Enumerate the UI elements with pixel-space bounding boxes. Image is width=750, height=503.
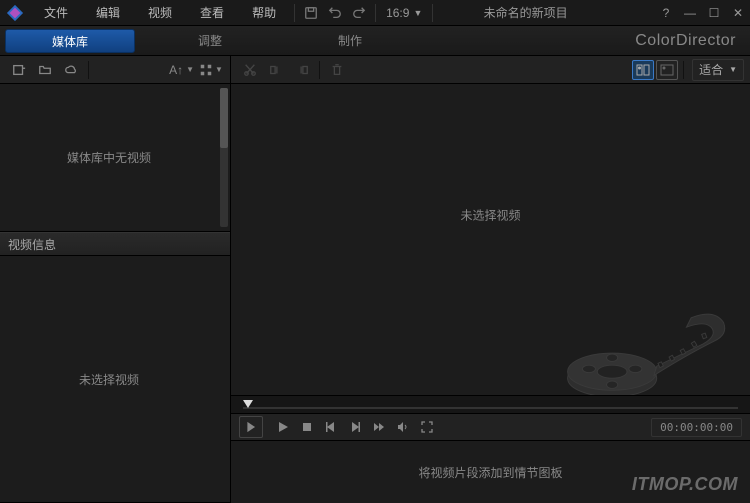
menu-help[interactable]: 帮助 — [238, 0, 290, 26]
media-library-panel: 媒体库中无视频 — [0, 84, 230, 232]
redo-icon[interactable] — [347, 0, 371, 26]
cloud-icon[interactable] — [59, 59, 83, 81]
timeline[interactable] — [231, 395, 750, 413]
chevron-down-icon: ▼ — [729, 65, 737, 74]
tab-produce[interactable]: 制作 — [285, 29, 415, 53]
zoom-value: 适合 — [699, 61, 723, 78]
preview-empty-message: 未选择视频 — [460, 206, 520, 223]
separator — [88, 61, 89, 79]
minimize-button[interactable]: — — [678, 0, 702, 26]
import-file-icon[interactable] — [7, 59, 31, 81]
main-menu: 文件 编辑 视频 查看 帮助 — [30, 0, 290, 26]
menu-video[interactable]: 视频 — [134, 0, 186, 26]
mode-tabs: 媒体库 调整 制作 ColorDirector — [0, 26, 750, 56]
sort-dropdown[interactable]: A↑▼ — [165, 63, 198, 77]
compare-view-icon[interactable] — [632, 60, 654, 80]
video-info-header: 视频信息 — [0, 232, 230, 256]
preview-toolbar: 适合 ▼ — [231, 56, 750, 83]
info-empty-message: 未选择视频 — [0, 256, 230, 502]
storyboard-hint: 将视频片段添加到情节图板 — [418, 464, 562, 481]
cut-icon[interactable] — [238, 59, 262, 81]
toolbar: A↑▼ ▼ 适合▼ — [0, 56, 750, 84]
aspect-ratio-dropdown[interactable]: 16:9 ▼ — [380, 6, 428, 20]
left-column: 媒体库中无视频 视频信息 未选择视频 — [0, 84, 231, 503]
separator — [294, 4, 295, 22]
timeline-playhead[interactable] — [243, 400, 253, 408]
timecode-display: 00:00:00:00 — [651, 418, 742, 437]
scrollbar[interactable] — [220, 88, 228, 227]
menu-view[interactable]: 查看 — [186, 0, 238, 26]
stop-icon[interactable] — [295, 416, 319, 438]
undo-icon[interactable] — [323, 0, 347, 26]
volume-icon[interactable] — [391, 416, 415, 438]
app-logo — [0, 0, 30, 26]
tab-media[interactable]: 媒体库 — [5, 29, 135, 53]
scrollbar-thumb[interactable] — [220, 88, 228, 148]
fullscreen-icon[interactable] — [415, 416, 439, 438]
project-title: 未命名的新项目 — [437, 4, 654, 21]
separator — [432, 4, 433, 22]
aspect-ratio-value: 16:9 — [386, 6, 409, 20]
play-icon[interactable] — [271, 416, 295, 438]
video-info-panel: 未选择视频 — [0, 256, 230, 503]
single-view-icon[interactable] — [656, 60, 678, 80]
media-empty-message: 媒体库中无视频 — [0, 84, 230, 231]
titlebar: 文件 编辑 视频 查看 帮助 16:9 ▼ 未命名的新项目 ? — ☐ ✕ — [0, 0, 750, 26]
timeline-track — [243, 407, 738, 409]
save-icon[interactable] — [299, 0, 323, 26]
help-button[interactable]: ? — [654, 0, 678, 26]
split-right-icon[interactable] — [290, 59, 314, 81]
separator — [683, 61, 684, 79]
chevron-down-icon: ▼ — [413, 8, 422, 18]
window-controls: ? — ☐ ✕ — [654, 0, 750, 26]
loop-icon[interactable] — [239, 416, 263, 438]
zoom-dropdown[interactable]: 适合 ▼ — [692, 59, 744, 81]
split-left-icon[interactable] — [264, 59, 288, 81]
prev-frame-icon[interactable] — [319, 416, 343, 438]
menu-file[interactable]: 文件 — [30, 0, 82, 26]
next-frame-icon[interactable] — [343, 416, 367, 438]
trash-icon[interactable] — [325, 59, 349, 81]
import-folder-icon[interactable] — [33, 59, 57, 81]
menu-edit[interactable]: 编辑 — [82, 0, 134, 26]
storyboard-panel[interactable]: 将视频片段添加到情节图板 — [231, 441, 750, 503]
close-button[interactable]: ✕ — [726, 0, 750, 26]
preview-area: 未选择视频 — [231, 84, 750, 395]
tab-adjust[interactable]: 调整 — [145, 29, 275, 53]
sort-label: A↑ — [169, 63, 183, 77]
chevron-down-icon: ▼ — [186, 65, 194, 74]
content-area: 媒体库中无视频 视频信息 未选择视频 未选择视频 — [0, 84, 750, 503]
fast-forward-icon[interactable] — [367, 416, 391, 438]
brand-label: ColorDirector — [635, 32, 736, 50]
maximize-button[interactable]: ☐ — [702, 0, 726, 26]
separator — [319, 61, 320, 79]
grid-view-icon[interactable]: ▼ — [199, 59, 223, 81]
right-column: 未选择视频 — [231, 84, 750, 503]
chevron-down-icon: ▼ — [215, 65, 223, 74]
media-toolbar: A↑▼ ▼ — [0, 56, 231, 83]
separator — [375, 4, 376, 22]
